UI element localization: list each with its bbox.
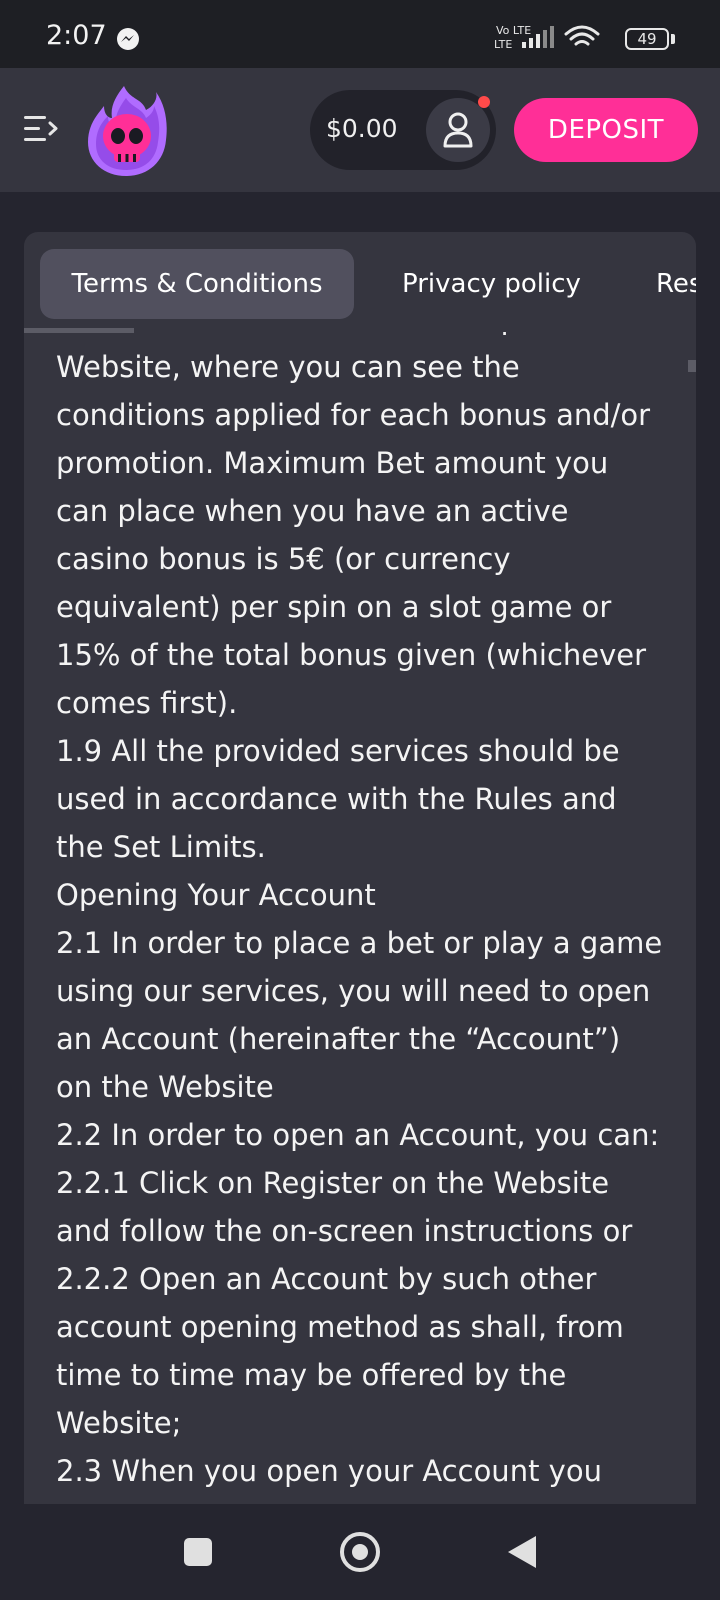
- terms-text: described in the “Promotions” part of th…: [56, 332, 686, 1495]
- balance-amount[interactable]: $0.00: [326, 114, 398, 143]
- wallet-widget[interactable]: $0.00: [310, 90, 496, 170]
- text-line: can place when you have an active: [56, 494, 569, 528]
- text-line: Website;: [56, 1406, 182, 1440]
- content-card: Terms & Conditions Privacy policy Res de…: [24, 232, 696, 1504]
- text-line: comes first).: [56, 686, 238, 720]
- text-line: the Set Limits.: [56, 830, 266, 864]
- text-line: Website, where you can see the: [56, 350, 520, 384]
- document-body[interactable]: described in the “Promotions” part of th…: [24, 332, 696, 1504]
- text-line: 2.2.1 Click on Register on the Website: [56, 1166, 610, 1200]
- text-line: 15% of the total bonus given (whichever: [56, 638, 647, 672]
- text-line: 2.1 In order to place a bet or play a ga…: [56, 926, 663, 960]
- text-line: used in accordance with the Rules and: [56, 782, 617, 816]
- status-time: 2:07: [46, 20, 107, 51]
- deposit-button[interactable]: DEPOSIT: [514, 98, 698, 162]
- tab-privacy-policy[interactable]: Privacy policy: [402, 249, 581, 319]
- text-line: using our services, you will need to ope…: [56, 974, 651, 1008]
- messenger-icon: [117, 28, 139, 50]
- text-line: casino bonus is 5€ (or currency: [56, 542, 511, 576]
- text-line: time to time may be offered by the: [56, 1358, 567, 1392]
- tab-terms-conditions[interactable]: Terms & Conditions: [40, 249, 354, 319]
- wifi-icon: [564, 25, 600, 46]
- network-label: Vo LTE: [496, 24, 531, 37]
- section-heading: Opening Your Account: [56, 878, 376, 912]
- battery-level: 49: [637, 30, 657, 48]
- system-nav-bar: [0, 1504, 720, 1600]
- notification-dot: [478, 96, 490, 108]
- status-bar: 2:07 Vo LTE LTE 49: [0, 0, 720, 68]
- user-icon: [443, 112, 473, 148]
- text-line: 1.9 All the provided services should be: [56, 734, 620, 768]
- text-line: account opening method as shall, from: [56, 1310, 624, 1344]
- back-icon[interactable]: [508, 1536, 536, 1568]
- text-line: 2.3 When you open your Account you: [56, 1454, 602, 1488]
- text-line: equivalent) per spin on a slot game or: [56, 590, 612, 624]
- text-line: promotion. Maximum Bet amount you: [56, 446, 609, 480]
- tab-responsible[interactable]: Res: [656, 249, 696, 319]
- text-line: an Account (hereinafter the “Account”): [56, 1022, 621, 1056]
- text-line: conditions applied for each bonus and/or: [56, 398, 651, 432]
- text-line: 2.2 In order to open an Account, you can…: [56, 1118, 660, 1152]
- vertical-scrollbar[interactable]: [688, 360, 696, 372]
- tab-bar[interactable]: Terms & Conditions Privacy policy Res: [24, 232, 696, 330]
- home-icon[interactable]: [340, 1532, 380, 1572]
- logo[interactable]: [84, 84, 168, 178]
- text-line: 2.2.2 Open an Account by such other: [56, 1262, 597, 1296]
- svg-text:LTE: LTE: [494, 38, 512, 51]
- menu-icon[interactable]: [22, 112, 60, 146]
- battery-icon: 49: [625, 28, 669, 50]
- recents-icon[interactable]: [184, 1538, 212, 1566]
- battery-tip: [671, 34, 675, 44]
- text-line: on the Website: [56, 1070, 274, 1104]
- app-header: $0.00 DEPOSIT: [0, 68, 720, 192]
- text-line: and follow the on-screen instructions or: [56, 1214, 633, 1248]
- profile-button[interactable]: [426, 98, 490, 162]
- text-line: described in the “Promotions” part of th…: [56, 332, 686, 343]
